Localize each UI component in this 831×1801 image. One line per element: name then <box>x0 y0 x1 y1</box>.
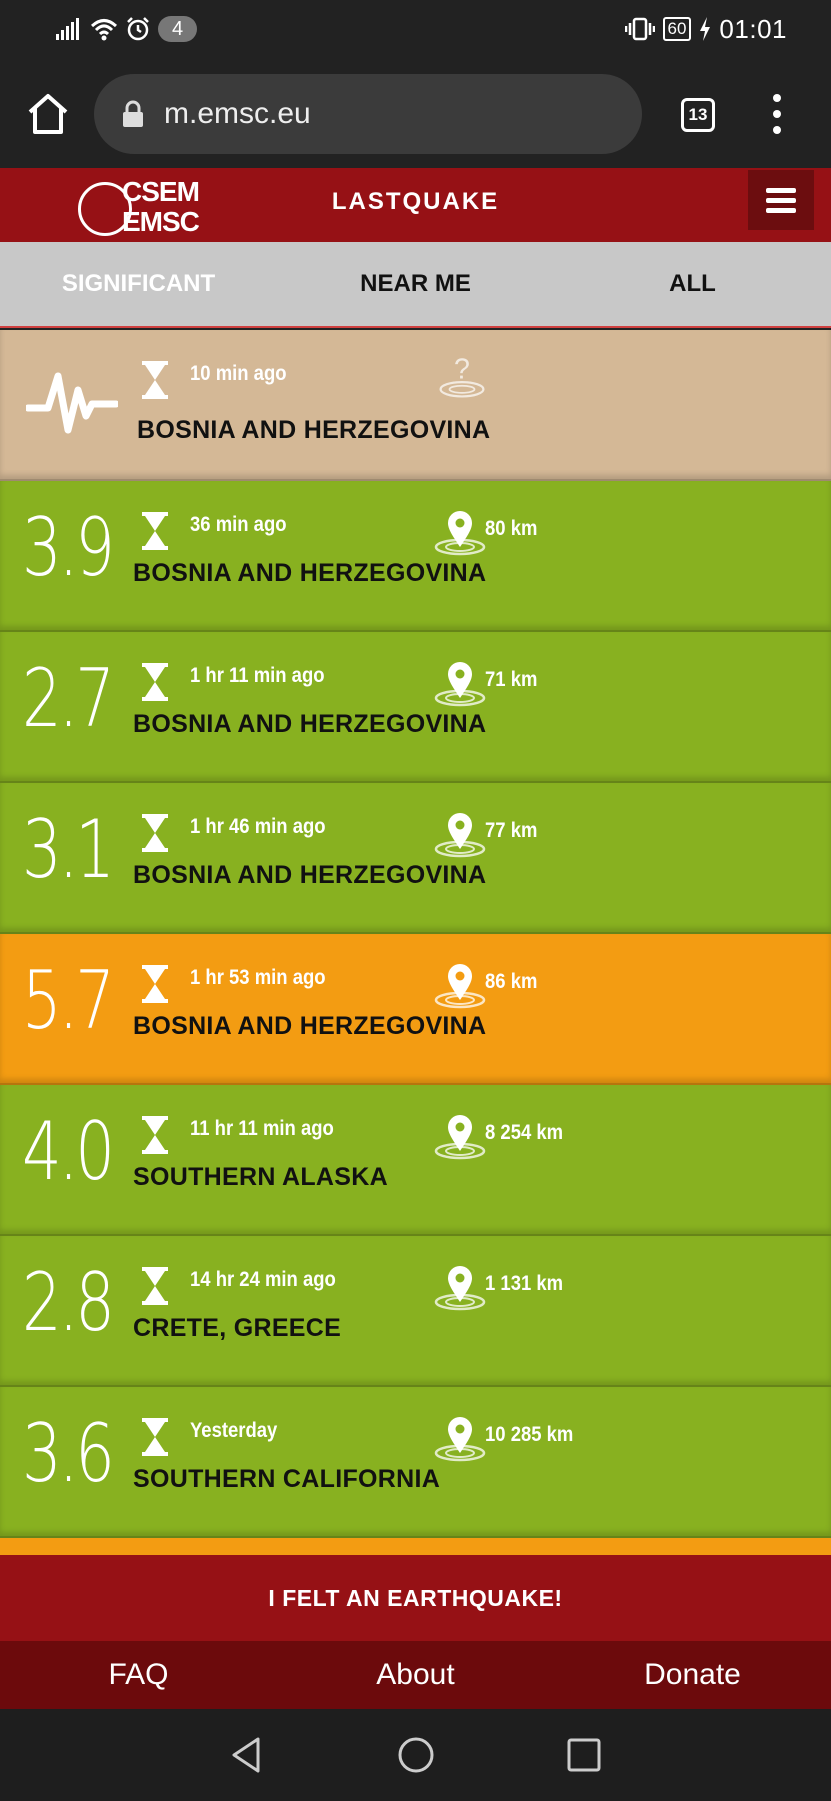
location-pin-icon <box>434 813 486 858</box>
location-pin-icon <box>434 511 486 556</box>
location-pin-icon <box>434 1266 486 1311</box>
seismic-wave-icon <box>26 372 118 434</box>
hourglass-icon <box>142 965 168 1003</box>
hourglass-icon <box>142 512 168 550</box>
quake-time: 1 hr 11 min ago <box>190 664 325 687</box>
quake-row[interactable]: 5.7 1 hr 53 min ago 86 km BOSNIA AND HER… <box>0 934 831 1085</box>
quake-magnitude: 3.1 <box>22 803 115 896</box>
quake-region: SOUTHERN ALASKA <box>133 1163 388 1191</box>
felt-earthquake-button[interactable]: I FELT AN EARTHQUAKE! <box>0 1555 831 1641</box>
hourglass-icon <box>142 1116 168 1154</box>
quake-region: BOSNIA AND HERZEGOVINA <box>133 710 487 738</box>
about-link[interactable]: About <box>277 1641 554 1709</box>
quake-magnitude: 4.0 <box>22 1105 115 1198</box>
browser-toolbar: m.emsc.eu 13 <box>0 58 831 168</box>
system-nav-bar <box>0 1709 831 1801</box>
notification-badge: 4 <box>158 16 198 42</box>
app-header: CSEM EMSC LASTQUAKE <box>0 168 831 242</box>
more-options-icon[interactable] <box>765 94 789 134</box>
quake-row[interactable]: 2.8 14 hr 24 min ago 1 131 km CRETE, GRE… <box>0 1236 831 1387</box>
quake-row[interactable]: 3.1 1 hr 46 min ago 77 km BOSNIA AND HER… <box>0 783 831 934</box>
vibrate-icon <box>624 17 655 41</box>
lock-icon <box>123 100 143 127</box>
home-nav-icon[interactable] <box>394 1733 438 1777</box>
quake-magnitude: 2.8 <box>22 1256 115 1349</box>
quake-time: 1 hr 46 min ago <box>190 815 326 838</box>
wifi-icon <box>90 19 118 41</box>
clock: 01:01 <box>719 13 787 44</box>
location-pin-icon <box>434 662 486 707</box>
filter-tabs: SIGNIFICANT NEAR ME ALL <box>0 242 831 328</box>
quake-time: 1 hr 53 min ago <box>190 966 326 989</box>
quake-row[interactable]: 3.6 Yesterday 10 285 km SOUTHERN CALIFOR… <box>0 1387 831 1538</box>
unknown-location-icon: ? <box>439 354 485 398</box>
svg-text:?: ? <box>454 354 470 386</box>
quake-row[interactable]: 3.9 36 min ago 80 km BOSNIA AND HERZEGOV… <box>0 481 831 632</box>
quake-time: 14 hr 24 min ago <box>190 1268 336 1291</box>
quake-time: 10 min ago <box>190 362 287 385</box>
location-pin-icon <box>434 964 486 1009</box>
quake-region: BOSNIA AND HERZEGOVINA <box>133 1012 487 1040</box>
hourglass-icon <box>142 1418 168 1456</box>
location-pin-icon <box>434 1417 486 1462</box>
quake-region: BOSNIA AND HERZEGOVINA <box>133 861 487 889</box>
donate-link[interactable]: Donate <box>554 1641 831 1709</box>
tab-all[interactable]: ALL <box>554 242 831 326</box>
charging-icon <box>700 17 711 41</box>
home-icon[interactable] <box>24 90 72 138</box>
quake-magnitude: 3.9 <box>22 501 115 594</box>
quake-distance: 8 254 km <box>485 1121 564 1144</box>
back-icon[interactable] <box>226 1733 270 1777</box>
hamburger-menu-icon[interactable] <box>748 170 814 230</box>
recents-icon[interactable] <box>562 1733 606 1777</box>
hourglass-icon <box>142 814 168 852</box>
quake-row[interactable]: 4.0 11 hr 11 min ago 8 254 km SOUTHERN A… <box>0 1085 831 1236</box>
location-pin-icon <box>434 1115 486 1160</box>
quake-distance: 86 km <box>485 970 538 993</box>
alarm-icon <box>127 17 149 41</box>
tab-near-me[interactable]: NEAR ME <box>277 242 554 326</box>
quake-distance: 77 km <box>485 819 538 842</box>
quake-distance: 10 285 km <box>485 1423 574 1446</box>
hourglass-icon <box>142 663 168 701</box>
quake-region: CRETE, GREECE <box>133 1314 342 1342</box>
quake-time: Yesterday <box>190 1419 278 1442</box>
signal-icon <box>56 18 79 40</box>
tab-switcher-button[interactable]: 13 <box>681 98 715 132</box>
tab-significant[interactable]: SIGNIFICANT <box>0 242 277 326</box>
quake-time: 11 hr 11 min ago <box>190 1117 334 1140</box>
quake-magnitude: 5.7 <box>22 954 115 1047</box>
url-text: m.emsc.eu <box>164 97 311 130</box>
quake-distance: 80 km <box>485 517 538 540</box>
quake-row[interactable]: 10 min ago ? BOSNIA AND HERZEGOVINA <box>0 330 831 481</box>
footer-links: FAQ About Donate <box>0 1641 831 1709</box>
app-title: LASTQUAKE <box>331 188 500 215</box>
hourglass-icon <box>142 1267 168 1305</box>
quake-magnitude: 3.6 <box>22 1407 115 1500</box>
status-right: 60 01:01 <box>624 13 788 44</box>
quake-time: 36 min ago <box>190 513 287 536</box>
faq-link[interactable]: FAQ <box>0 1641 277 1709</box>
address-bar[interactable]: m.emsc.eu <box>94 74 642 154</box>
earthquake-list: 10 min ago ? BOSNIA AND HERZEGOVINA 3.9 … <box>0 330 831 1555</box>
quake-region: BOSNIA AND HERZEGOVINA <box>133 559 487 587</box>
status-bar: 4 60 01:01 <box>0 0 831 58</box>
status-left: 4 <box>56 14 198 44</box>
hourglass-icon <box>142 361 168 399</box>
quake-region: SOUTHERN CALIFORNIA <box>133 1465 441 1493</box>
quake-region: BOSNIA AND HERZEGOVINA <box>137 416 491 444</box>
quake-row[interactable]: 2.7 1 hr 11 min ago 71 km BOSNIA AND HER… <box>0 632 831 783</box>
quake-distance: 1 131 km <box>485 1272 564 1295</box>
quake-distance: 71 km <box>485 668 538 691</box>
battery-indicator: 60 <box>662 17 692 41</box>
quake-magnitude: 2.7 <box>22 652 115 745</box>
